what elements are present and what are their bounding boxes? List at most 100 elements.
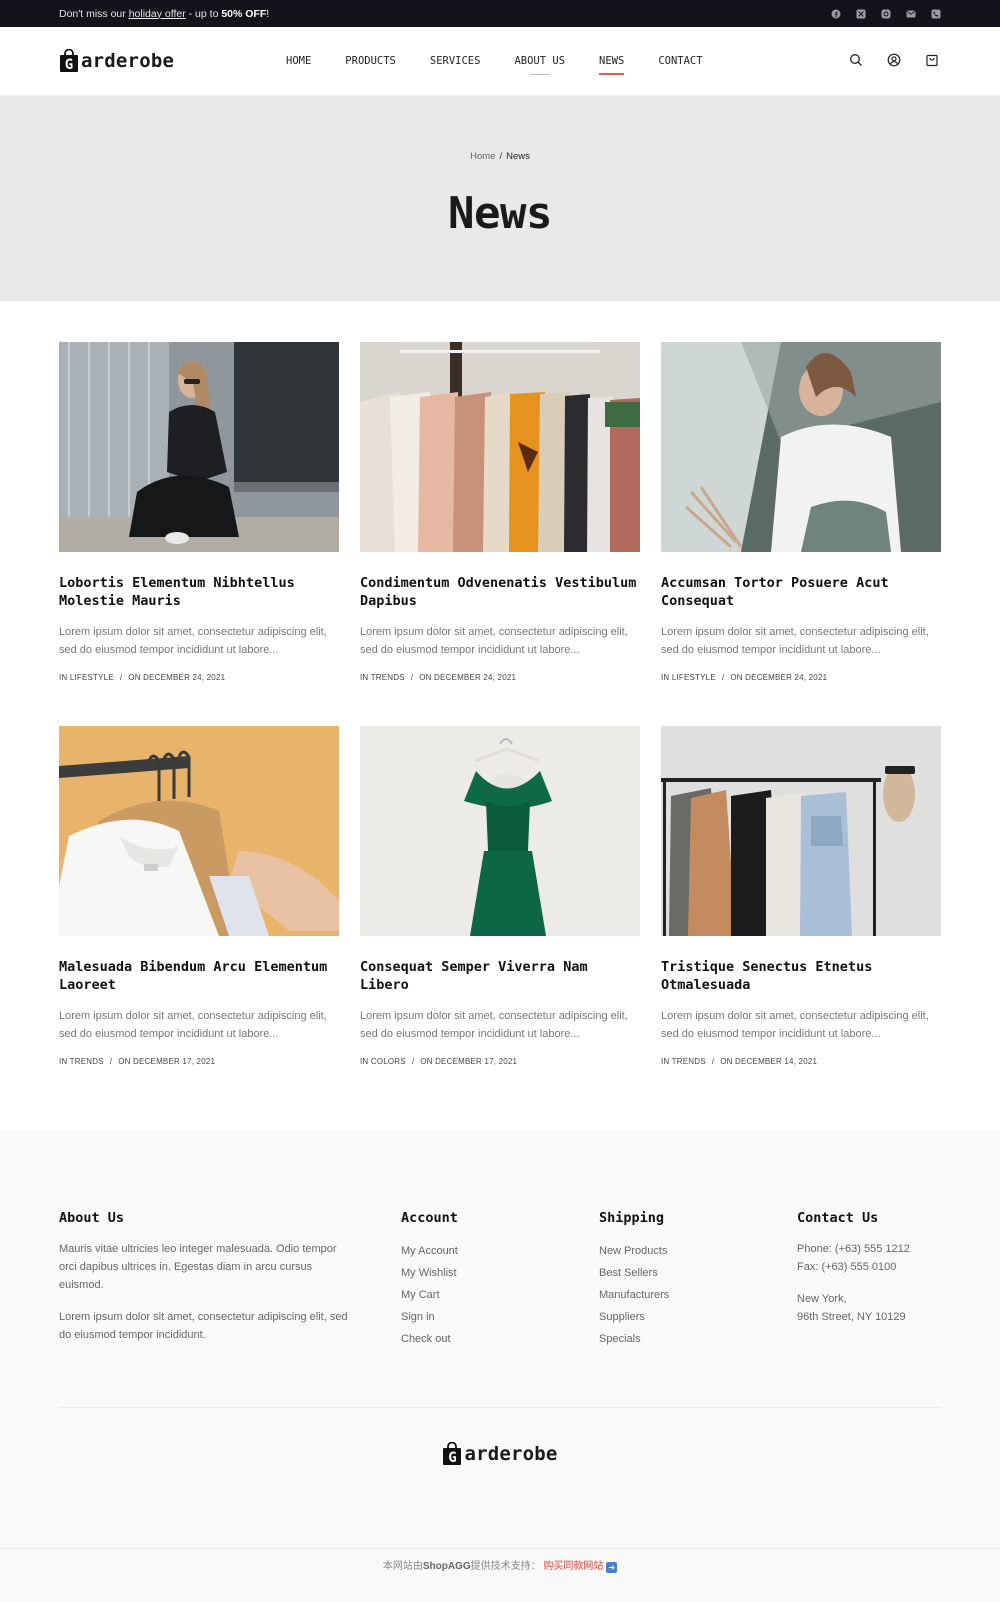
post-meta: IN LIFESTYLE / ON DECEMBER 24, 2021 [661,673,941,682]
footer-link-best-sellers[interactable]: Best Sellers [599,1262,669,1284]
post-card: Accumsan Tortor Posuere Acut Consequat L… [661,342,941,726]
site-logo[interactable]: G arderobe [59,48,175,73]
logo-text: arderobe [464,1443,558,1465]
footer-link-check-out[interactable]: Check out [401,1328,458,1350]
meta-separator: / [410,673,414,682]
shopping-bag-logo-icon: G [442,1441,462,1466]
post-image[interactable] [661,342,941,552]
copyright: 本网站由ShopAGG提供技术支持： 购买同款网站 ➜ [0,1557,1000,1573]
footer-columns: About Us Mauris vitae ultricies leo inte… [0,1131,1000,1371]
footer-street: 96th Street, NY 10129 [797,1311,906,1323]
nav-home[interactable]: HOME [286,51,311,71]
nav-about-us[interactable]: ABOUT US [514,51,565,75]
post-date: ON DECEMBER 24, 2021 [419,673,517,682]
footer-link-my-wishlist[interactable]: My Wishlist [401,1262,458,1284]
post-title[interactable]: Malesuada Bibendum Arcu Elementum Laoree… [59,958,339,994]
phone-icon[interactable] [931,9,941,19]
footer-logo[interactable]: G arderobe [0,1441,1000,1466]
breadcrumb-home[interactable]: Home [470,151,495,162]
post-date: ON DECEMBER 14, 2021 [720,1057,818,1066]
shopping-bag-logo-icon: G [59,48,79,73]
post-card: Malesuada Bibendum Arcu Elementum Laoree… [59,726,339,1110]
post-category[interactable]: IN TRENDS [360,673,405,682]
footer-link-sign-in[interactable]: Sign in [401,1306,458,1328]
page-hero: Home / News News [0,96,1000,301]
footer-address: New York, 96th Street, NY 10129 [797,1290,910,1326]
arrow-right-icon[interactable]: ➜ [606,1562,618,1573]
social-links [831,9,941,19]
logo-letter: G [448,1450,457,1466]
post-image[interactable] [59,726,339,936]
post-category[interactable]: IN TRENDS [661,1057,706,1066]
footer-link-new-products[interactable]: New Products [599,1240,669,1262]
footer-divider [59,1407,941,1408]
post-image[interactable] [360,726,640,936]
post-card: Condimentum Odvenenatis Vestibulum Dapib… [360,342,640,726]
post-card: Tristique Senectus Etnetus Otmalesuada L… [661,726,941,1110]
footer-bottom-divider [0,1548,1000,1549]
post-title[interactable]: Tristique Senectus Etnetus Otmalesuada [661,958,941,994]
search-icon[interactable] [849,53,865,69]
post-title[interactable]: Condimentum Odvenenatis Vestibulum Dapib… [360,574,640,610]
footer-heading: About Us [59,1210,125,1226]
nav-news[interactable]: NEWS [599,51,625,75]
footer-about: About Us Mauris vitae ultricies leo inte… [59,1210,349,1344]
post-meta: IN TRENDS / ON DECEMBER 17, 2021 [59,1057,339,1066]
post-date: ON DECEMBER 17, 2021 [420,1057,518,1066]
post-title[interactable]: Accumsan Tortor Posuere Acut Consequat [661,574,941,610]
copyright-link[interactable]: 购买同款网站 [543,1561,603,1572]
post-excerpt: Lorem ipsum dolor sit amet, consectetur … [59,1010,327,1040]
footer-link-my-cart[interactable]: My Cart [401,1284,458,1306]
breadcrumb-current: News [506,151,530,162]
post-meta: IN LIFESTYLE / ON DECEMBER 24, 2021 [59,673,339,682]
post-image[interactable] [360,342,640,552]
post-excerpt: Lorem ipsum dolor sit amet, consectetur … [661,626,929,656]
footer-shipping: Shipping New Products Best Sellers Manuf… [599,1210,669,1350]
post-title[interactable]: Consequat Semper Viverra Nam Libero [360,958,640,994]
footer-contact: Contact Us Phone: (+63) 555 1212 Fax: (+… [797,1210,910,1326]
post-category[interactable]: IN LIFESTYLE [661,673,716,682]
footer-link-my-account[interactable]: My Account [401,1240,458,1262]
post-excerpt: Lorem ipsum dolor sit amet, consectetur … [661,1010,929,1040]
footer-city: New York, [797,1293,847,1305]
posts-grid: Lobortis Elementum Nibhtellus Molestie M… [0,301,1000,1110]
instagram-icon[interactable] [881,9,891,19]
post-date: ON DECEMBER 24, 2021 [730,673,828,682]
user-icon[interactable] [887,53,903,69]
post-meta: IN TRENDS / ON DECEMBER 14, 2021 [661,1057,941,1066]
post-card: Consequat Semper Viverra Nam Libero Lore… [360,726,640,1110]
promo-link[interactable]: holiday offer [129,8,186,20]
post-title[interactable]: Lobortis Elementum Nibhtellus Molestie M… [59,574,339,610]
x-icon[interactable] [856,9,866,19]
promo-bar: Don't miss our holiday offer - up to 50%… [0,0,1000,27]
post-image[interactable] [59,342,339,552]
facebook-icon[interactable] [831,9,841,19]
logo-letter: G [64,57,74,73]
post-image[interactable] [661,726,941,936]
post-category[interactable]: IN COLORS [360,1057,406,1066]
nav-products[interactable]: PRODUCTS [345,51,396,71]
footer-link-suppliers[interactable]: Suppliers [599,1306,669,1328]
meta-separator: / [411,1057,415,1066]
post-category[interactable]: IN TRENDS [59,1057,104,1066]
footer-about-text: Mauris vitae ultricies leo integer males… [59,1243,337,1291]
footer-contact-lines: Phone: (+63) 555 1212 Fax: (+63) 555 010… [797,1240,910,1276]
promo-text: Don't miss our holiday offer - up to 50%… [59,8,269,20]
footer-phone[interactable]: Phone: (+63) 555 1212 [797,1243,910,1255]
logo-text: arderobe [81,50,175,72]
copyright-prefix: 本网站由 [382,1561,423,1572]
cart-icon[interactable] [925,53,941,69]
post-category[interactable]: IN LIFESTYLE [59,673,114,682]
footer-account: Account My Account My Wishlist My Cart S… [401,1210,458,1350]
footer-link-manufacturers[interactable]: Manufacturers [599,1284,669,1306]
promo-suffix: ! [266,7,270,20]
site-footer: About Us Mauris vitae ultricies leo inte… [0,1131,1000,1602]
nav-contact[interactable]: CONTACT [658,51,702,71]
nav-services[interactable]: SERVICES [430,51,481,71]
breadcrumb-separator: / [499,151,503,162]
mail-icon[interactable] [906,9,916,19]
breadcrumb: Home / News [0,151,1000,162]
footer-link-specials[interactable]: Specials [599,1328,669,1350]
meta-separator: / [119,673,123,682]
footer-fax: Fax: (+63) 555 0100 [797,1261,897,1273]
